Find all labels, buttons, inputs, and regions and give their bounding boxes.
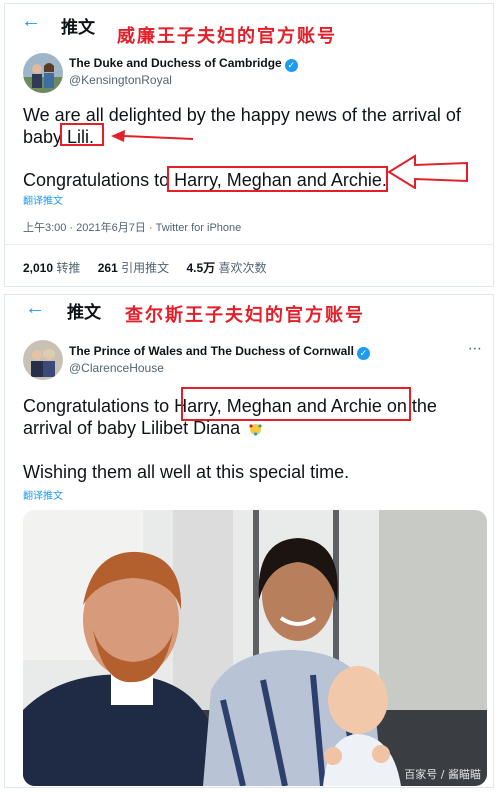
page-title: 推文 bbox=[67, 303, 101, 323]
annotation-caption: 查尔斯王子夫妇的官方账号 bbox=[125, 305, 365, 326]
like-count[interactable]: 4.5万 喜欢次数 bbox=[186, 261, 266, 275]
account-handle[interactable]: @ClarenceHouse bbox=[69, 361, 164, 375]
page-title: 推文 bbox=[61, 18, 95, 38]
translate-tweet-link[interactable]: 翻译推文 bbox=[23, 192, 63, 207]
more-dots-icon[interactable]: ⋯ bbox=[468, 340, 483, 357]
verified-badge-icon: ✓ bbox=[284, 59, 298, 72]
tweet-stats: 2,010 转推 261 引用推文 4.5万 喜欢次数 bbox=[23, 259, 281, 276]
family-photo bbox=[23, 510, 487, 786]
avatar-photo bbox=[23, 53, 63, 93]
back-arrow-icon[interactable]: ← bbox=[21, 11, 41, 31]
avatar[interactable] bbox=[23, 53, 63, 93]
quote-count[interactable]: 261 引用推文 bbox=[98, 261, 169, 275]
tweet-text-line: Wishing them all well at this special ti… bbox=[23, 462, 350, 482]
account-name[interactable]: The Duke and Duchess of Cambridge ✓ bbox=[69, 56, 298, 72]
party-emoji-icon bbox=[249, 424, 262, 436]
account-name[interactable]: The Prince of Wales and The Duchess of C… bbox=[69, 344, 370, 360]
translate-tweet-link[interactable]: 翻译推文 bbox=[23, 487, 63, 502]
retweet-count[interactable]: 2,010 转推 bbox=[23, 261, 80, 275]
tweet-timestamp[interactable]: 上午3:00 · 2021年6月7日 · Twitter for iPhone bbox=[23, 219, 241, 235]
red-arrow-icon bbox=[387, 154, 468, 189]
tweet-panel-kensington: ← 推文 威廉王子夫妇的官方账号 The Duke and Duchess of… bbox=[4, 3, 494, 287]
back-arrow-icon[interactable]: ← bbox=[25, 298, 45, 318]
annotation-caption: 威廉王子夫妇的官方账号 bbox=[117, 26, 337, 47]
tweet-text-line: arrival of baby Lilibet Diana bbox=[23, 417, 263, 439]
tweet-header-bar: ← 推文 威廉王子夫妇的官方账号 bbox=[5, 4, 493, 47]
annotation-box-lili bbox=[60, 123, 104, 146]
annotation-box-names bbox=[181, 387, 411, 421]
annotation-box-names bbox=[167, 166, 388, 192]
avatar-photo bbox=[23, 340, 63, 380]
account-handle[interactable]: @KensingtonRoyal bbox=[69, 73, 172, 87]
tweet-photo[interactable]: 百家号 / 酱瞄瞄 bbox=[23, 510, 487, 786]
tweet-header-bar: ← 推文 查尔斯王子夫妇的官方账号 bbox=[5, 295, 493, 333]
tweet-panel-clarence: ← 推文 查尔斯王子夫妇的官方账号 The Prince of Wales an… bbox=[4, 294, 494, 788]
photo-watermark: 百家号 / 酱瞄瞄 bbox=[404, 768, 481, 781]
verified-badge-icon: ✓ bbox=[356, 347, 370, 360]
avatar[interactable] bbox=[23, 340, 63, 380]
divider bbox=[5, 244, 493, 245]
red-arrow-icon bbox=[111, 130, 194, 142]
